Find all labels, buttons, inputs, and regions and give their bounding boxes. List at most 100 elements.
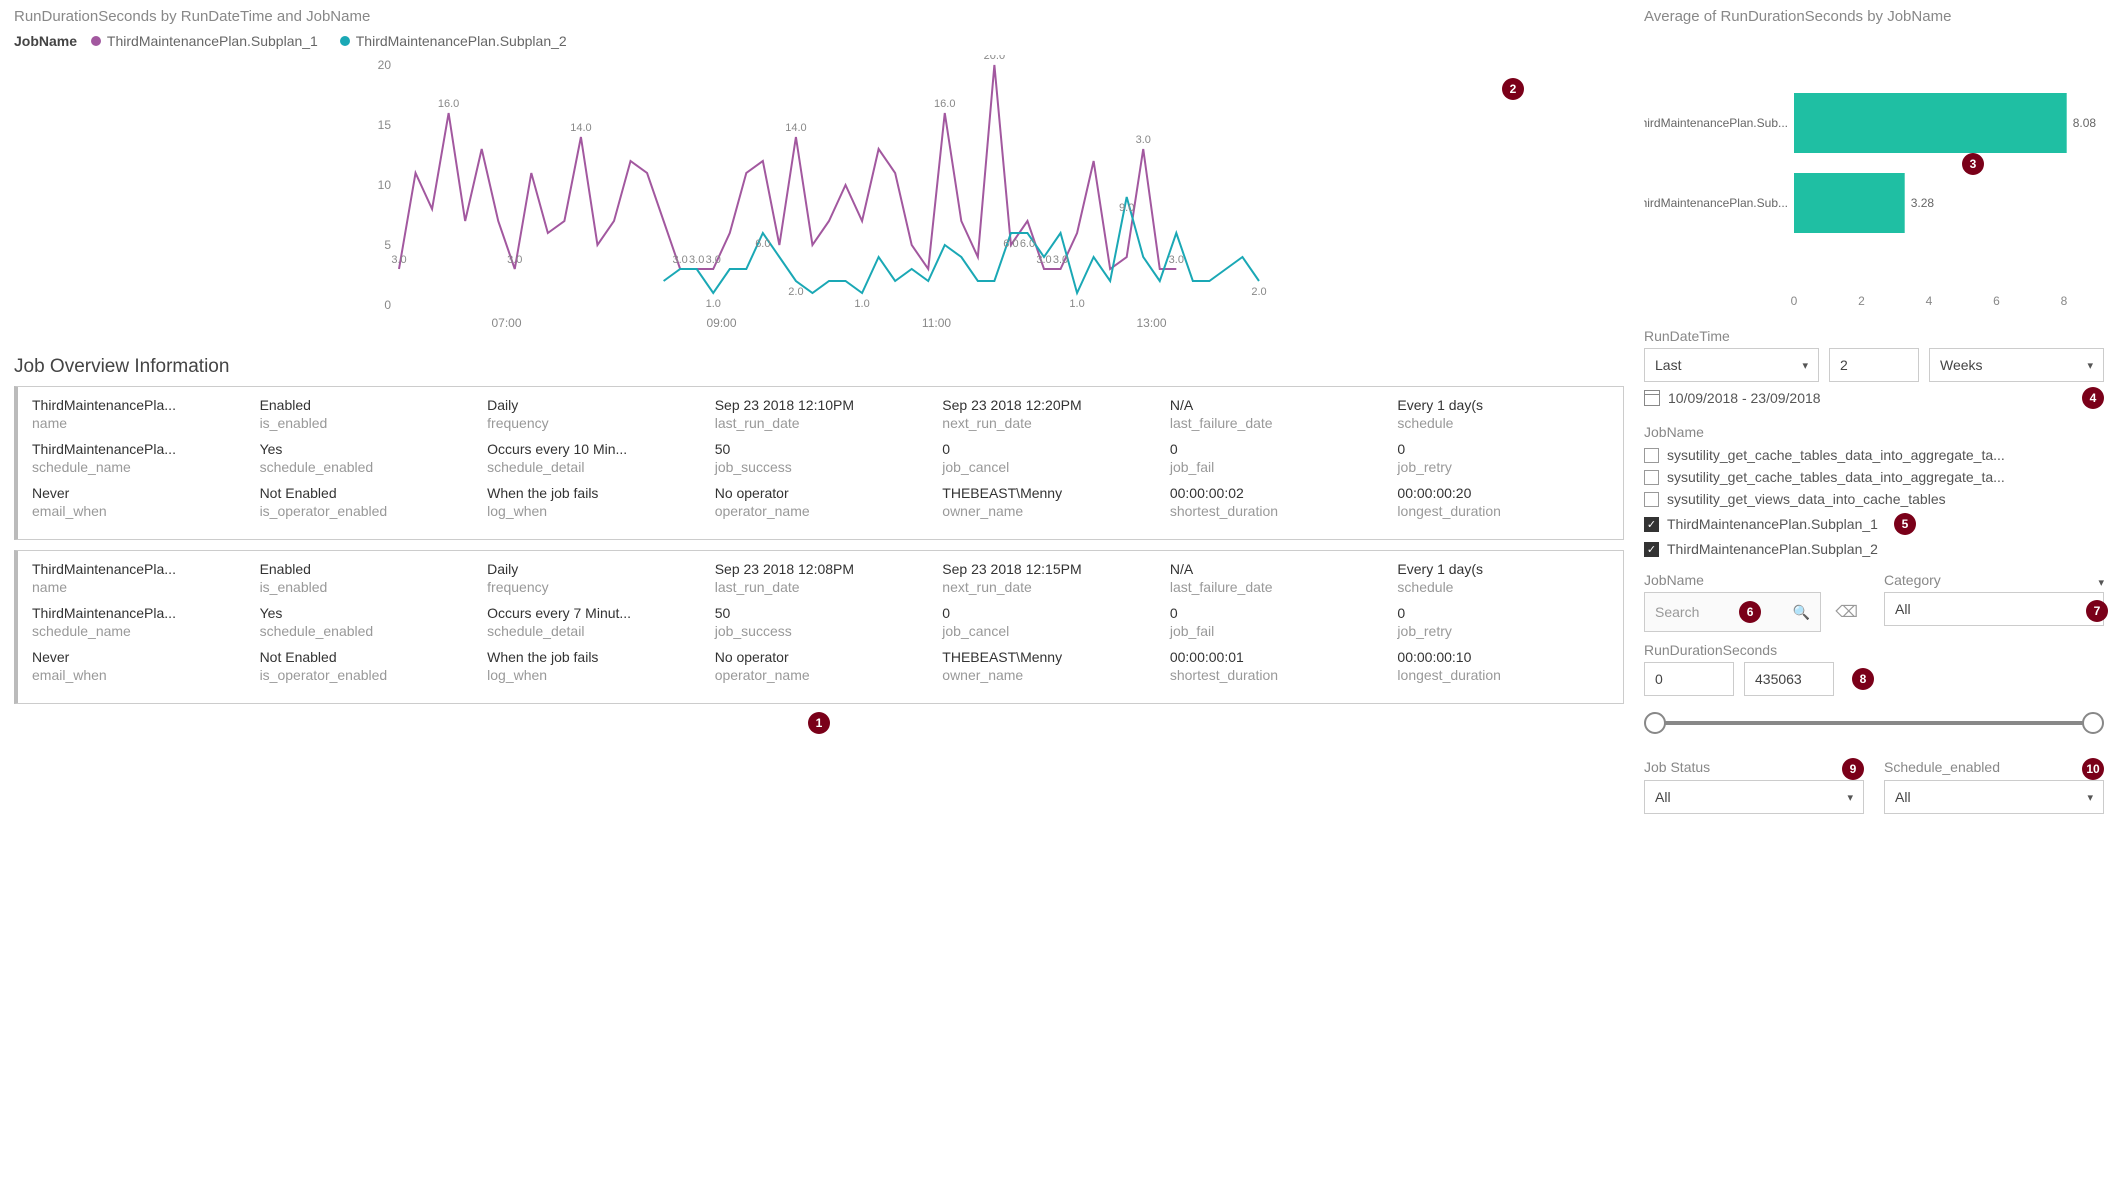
annotation-badge: 10 bbox=[2082, 758, 2104, 780]
card-cell: Dailyfrequency bbox=[487, 397, 699, 431]
annotation-badge: 7 bbox=[2086, 600, 2108, 622]
card-cell: 50job_success bbox=[715, 441, 927, 475]
date-range-display[interactable]: 10/09/2018 - 23/09/2018 bbox=[1644, 390, 1821, 406]
jobname-checkbox-row[interactable]: ✓ThirdMaintenancePlan.Subplan_15 bbox=[1644, 510, 2104, 538]
annotation-badge: 2 bbox=[1502, 78, 1524, 100]
jobname-checkbox-row[interactable]: ✓ThirdMaintenancePlan.Subplan_2 bbox=[1644, 538, 2104, 560]
eraser-icon[interactable]: ⌫ bbox=[1829, 602, 1864, 622]
svg-text:3.0: 3.0 bbox=[507, 254, 522, 266]
card-cell: When the job failslog_when bbox=[487, 649, 699, 683]
relative-count-input[interactable]: 2 bbox=[1829, 348, 1919, 382]
svg-text:3.0: 3.0 bbox=[1169, 254, 1184, 266]
jobname-checkbox-row[interactable]: sysutility_get_views_data_into_cache_tab… bbox=[1644, 488, 2104, 510]
card-cell: Sep 23 2018 12:20PMnext_run_date bbox=[942, 397, 1154, 431]
svg-text:07:00: 07:00 bbox=[491, 316, 521, 330]
svg-text:3.0: 3.0 bbox=[673, 254, 688, 266]
card-cell: ThirdMaintenancePla...schedule_name bbox=[32, 441, 244, 475]
card-cell: 50job_success bbox=[715, 605, 927, 639]
legend-dot-icon bbox=[91, 36, 101, 46]
annotation-badge: 4 bbox=[2082, 387, 2104, 409]
card-cell: Neveremail_when bbox=[32, 649, 244, 683]
svg-text:2.0: 2.0 bbox=[788, 286, 803, 298]
svg-text:16.0: 16.0 bbox=[438, 98, 459, 110]
job-card[interactable]: ThirdMaintenancePla...name Enabledis_enab… bbox=[14, 550, 1624, 704]
card-cell: 0job_fail bbox=[1170, 441, 1382, 475]
card-cell: Sep 23 2018 12:08PMlast_run_date bbox=[715, 561, 927, 595]
rundur-slider[interactable] bbox=[1644, 708, 2104, 738]
card-cell: Neveremail_when bbox=[32, 485, 244, 519]
filter-search-label: JobName bbox=[1644, 572, 1864, 588]
search-icon: 🔍 bbox=[1793, 604, 1810, 621]
card-cell: 0job_fail bbox=[1170, 605, 1382, 639]
svg-text:0: 0 bbox=[1791, 294, 1798, 308]
rundur-min-input[interactable]: 0 bbox=[1644, 662, 1734, 696]
bar-chart-title: Average of RunDurationSeconds by JobName bbox=[1644, 8, 2104, 25]
jobname-checkbox-row[interactable]: sysutility_get_cache_tables_data_into_ag… bbox=[1644, 444, 2104, 466]
chevron-down-icon: ▾ bbox=[1847, 791, 1853, 804]
card-cell: 00:00:00:01shortest_duration bbox=[1170, 649, 1382, 683]
relative-mode-select[interactable]: Last▾ bbox=[1644, 348, 1819, 382]
card-cell: Yesschedule_enabled bbox=[260, 441, 472, 475]
svg-text:2.0: 2.0 bbox=[1251, 286, 1266, 298]
svg-text:6.0: 6.0 bbox=[1020, 238, 1035, 250]
checkbox-icon[interactable]: ✓ bbox=[1644, 517, 1659, 532]
jobname-checkbox-row[interactable]: sysutility_get_cache_tables_data_into_ag… bbox=[1644, 466, 2104, 488]
sched-select[interactable]: All▾ bbox=[1884, 780, 2104, 814]
svg-text:0: 0 bbox=[384, 298, 391, 312]
svg-text:8.08: 8.08 bbox=[2073, 116, 2097, 130]
annotation-badge: 9 bbox=[1842, 758, 1864, 780]
card-cell: 00:00:00:10longest_duration bbox=[1397, 649, 1609, 683]
card-cell: Enabledis_enabled bbox=[260, 561, 472, 595]
card-cell: 0job_retry bbox=[1397, 441, 1609, 475]
slider-thumb-max[interactable] bbox=[2082, 712, 2104, 734]
chevron-down-icon: ▾ bbox=[2087, 791, 2093, 804]
card-cell: ThirdMaintenancePla...name bbox=[32, 561, 244, 595]
filter-rundur-label: RunDurationSeconds bbox=[1644, 642, 2104, 658]
card-cell: Sep 23 2018 12:15PMnext_run_date bbox=[942, 561, 1154, 595]
jobname-search-input[interactable]: Search 6 🔍 bbox=[1644, 592, 1821, 632]
slider-thumb-min[interactable] bbox=[1644, 712, 1666, 734]
checkbox-icon[interactable]: ✓ bbox=[1644, 542, 1659, 557]
filter-sched-label: Schedule_enabled bbox=[1884, 759, 2000, 775]
card-cell: Sep 23 2018 12:10PMlast_run_date bbox=[715, 397, 927, 431]
line-chart[interactable]: RunDurationSeconds by RunDateTime and Jo… bbox=[14, 8, 1624, 340]
chevron-down-icon[interactable]: ▾ bbox=[2098, 576, 2104, 589]
svg-text:6: 6 bbox=[1993, 294, 2000, 308]
card-cell: Occurs every 10 Min...schedule_detail bbox=[487, 441, 699, 475]
checkbox-icon[interactable] bbox=[1644, 492, 1659, 507]
filter-jobname-label: JobName bbox=[1644, 424, 2104, 440]
calendar-icon bbox=[1644, 390, 1660, 406]
svg-text:3.0: 3.0 bbox=[706, 254, 721, 266]
card-cell: 0job_cancel bbox=[942, 441, 1154, 475]
checkbox-icon[interactable] bbox=[1644, 470, 1659, 485]
relative-unit-select[interactable]: Weeks▾ bbox=[1929, 348, 2104, 382]
jobstatus-select[interactable]: All▾ bbox=[1644, 780, 1864, 814]
svg-text:1.0: 1.0 bbox=[854, 298, 869, 310]
svg-text:20: 20 bbox=[378, 58, 392, 72]
job-card[interactable]: ThirdMaintenancePla...nameEnabledis_enab… bbox=[14, 386, 1624, 540]
svg-text:9.0: 9.0 bbox=[1119, 202, 1134, 214]
filter-jobstatus-label: Job Status bbox=[1644, 759, 1710, 775]
svg-text:1.0: 1.0 bbox=[1069, 298, 1084, 310]
card-cell: THEBEAST\Mennyowner_name bbox=[942, 485, 1154, 519]
card-cell: 0job_retry bbox=[1397, 605, 1609, 639]
card-cell: No operatoroperator_name bbox=[715, 649, 927, 683]
svg-text:13:00: 13:00 bbox=[1136, 316, 1166, 330]
annotation-badge: 5 bbox=[1894, 513, 1916, 535]
legend-label: JobName bbox=[14, 33, 77, 49]
category-select[interactable]: All▾ bbox=[1884, 592, 2104, 626]
svg-text:8: 8 bbox=[2061, 294, 2068, 308]
card-cell: Dailyfrequency bbox=[487, 561, 699, 595]
bar-chart-svg[interactable]: ThirdMaintenancePlan.Sub...8.08ThirdMain… bbox=[1644, 33, 2104, 313]
annotation-badge: 3 bbox=[1962, 153, 1984, 175]
svg-text:3.28: 3.28 bbox=[1911, 196, 1935, 210]
svg-text:14.0: 14.0 bbox=[570, 122, 591, 134]
card-cell: N/Alast_failure_date bbox=[1170, 397, 1382, 431]
annotation-badge: 6 bbox=[1739, 601, 1761, 623]
checkbox-icon[interactable] bbox=[1644, 448, 1659, 463]
rundur-max-input[interactable]: 435063 bbox=[1744, 662, 1834, 696]
svg-text:3.0: 3.0 bbox=[1053, 254, 1068, 266]
card-cell: Not Enabledis_operator_enabled bbox=[260, 485, 472, 519]
card-cell: Every 1 day(sschedule bbox=[1397, 561, 1609, 595]
svg-text:16.0: 16.0 bbox=[934, 98, 955, 110]
